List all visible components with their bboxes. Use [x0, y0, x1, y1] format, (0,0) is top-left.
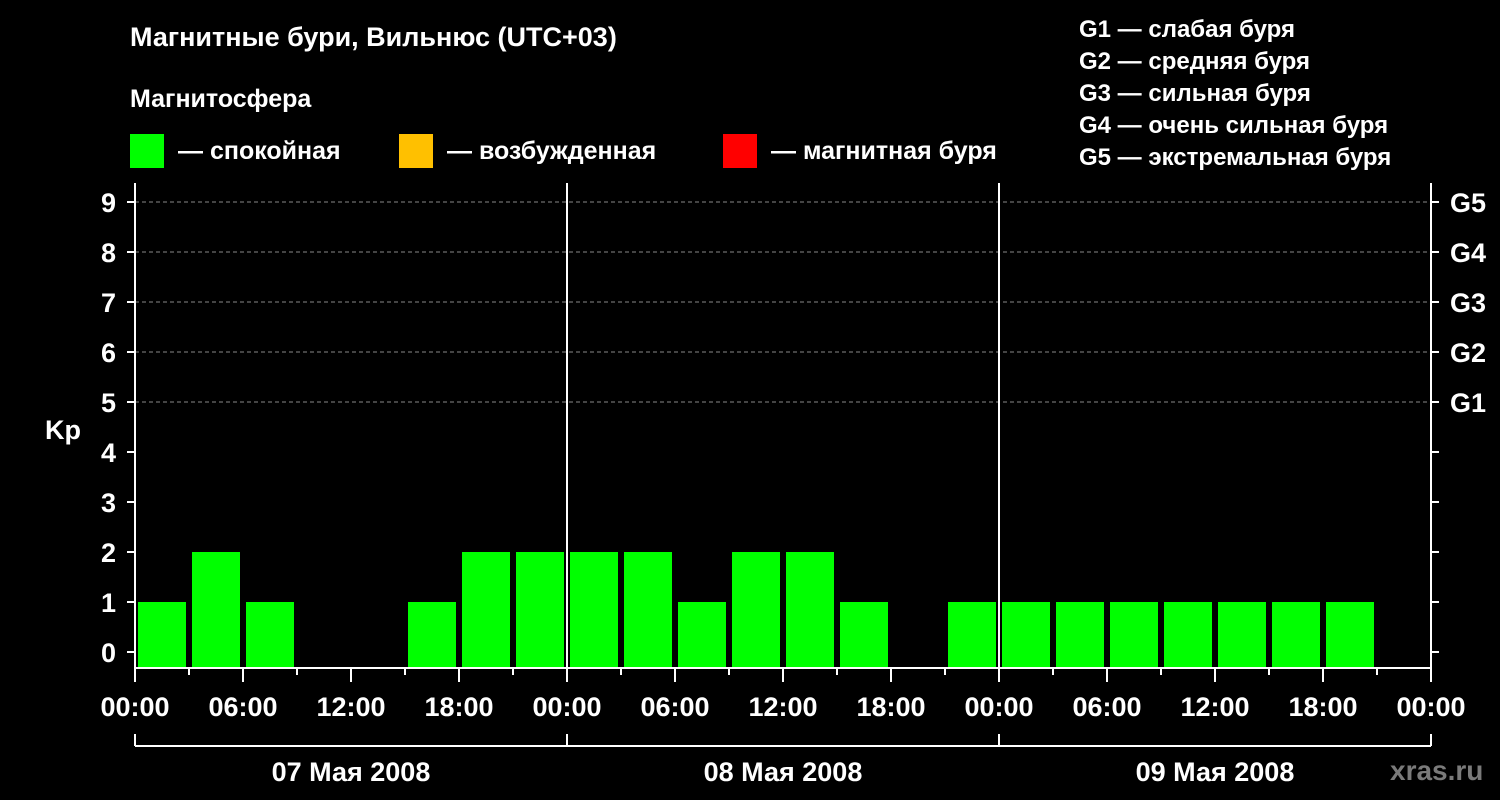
day-label: 08 Мая 2008 [704, 757, 863, 787]
y-tick-label: 0 [101, 638, 116, 668]
kp-bar [1326, 602, 1374, 668]
y-tick-label: 7 [101, 288, 116, 318]
day-label: 09 Мая 2008 [1136, 757, 1295, 787]
x-tick-label: 00:00 [964, 692, 1033, 722]
x-tick-label: 00:00 [100, 692, 169, 722]
x-tick-label: 12:00 [1180, 692, 1249, 722]
kp-bar [138, 602, 186, 668]
kp-bar [408, 602, 456, 668]
storm-level-label: G3 [1450, 288, 1486, 318]
x-tick-label: 18:00 [1288, 692, 1357, 722]
kp-bar [1110, 602, 1158, 668]
kp-chart: 0 1 2 3 4 5 6 7 8 9 G1 G2 G3 G4 G5 Kp 00:00 06:00 12:00 18:… [45, 183, 1486, 787]
kp-bar [786, 552, 834, 668]
kp-bar [516, 552, 564, 668]
kp-bar [1272, 602, 1320, 668]
x-tick-label: 18:00 [856, 692, 925, 722]
x-tick-label: 18:00 [424, 692, 493, 722]
y-tick-label: 3 [101, 488, 116, 518]
kp-bar [1056, 602, 1104, 668]
kp-bar [624, 552, 672, 668]
kp-bar [840, 602, 888, 668]
x-tick-label: 12:00 [748, 692, 817, 722]
kp-bar [246, 602, 294, 668]
x-tick-label: 06:00 [208, 692, 277, 722]
storm-level-label: G5 [1450, 188, 1486, 218]
x-tick-label: 00:00 [1396, 692, 1465, 722]
kp-bar [1218, 602, 1266, 668]
kp-bar [732, 552, 780, 668]
y-tick-label: 8 [101, 238, 116, 268]
y-tick-label: 9 [101, 188, 116, 218]
storm-level-label: G2 [1450, 338, 1486, 368]
storm-level-label: G1 [1450, 388, 1486, 418]
x-tick-label: 06:00 [1072, 692, 1141, 722]
kp-bar [678, 602, 726, 668]
kp-bar [1002, 602, 1050, 668]
kp-bar [1164, 602, 1212, 668]
watermark: xras.ru [1390, 755, 1484, 786]
y-axis-label: Kp [45, 415, 81, 445]
x-tick-label: 00:00 [532, 692, 601, 722]
y-tick-label: 6 [101, 338, 116, 368]
y-tick-label: 1 [101, 588, 116, 618]
y-tick-label: 4 [101, 438, 116, 468]
storm-level-label: G4 [1450, 238, 1486, 268]
kp-bar [570, 552, 618, 668]
x-tick-label: 12:00 [316, 692, 385, 722]
kp-bar [192, 552, 240, 668]
day-label: 07 Мая 2008 [272, 757, 431, 787]
x-tick-label: 06:00 [640, 692, 709, 722]
kp-bar [462, 552, 510, 668]
kp-bar [948, 602, 996, 668]
y-tick-label: 5 [101, 388, 116, 418]
y-tick-label: 2 [101, 538, 116, 568]
